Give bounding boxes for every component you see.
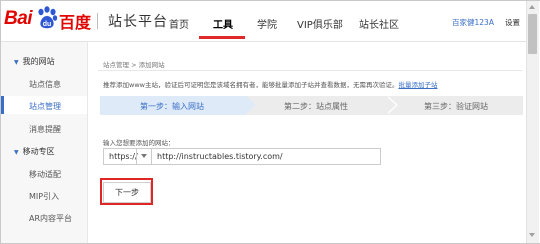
nav-academy[interactable]: 学院 [257,16,277,31]
step-separator-inner [386,96,396,114]
step-3-label: 第三步：验证网站 [424,102,488,111]
sidebar-section-my-sites[interactable]: ▼ 我的网站 [14,56,55,67]
website-url-input[interactable] [152,148,381,165]
notice-text: 推荐添加www主站，验证后可证明您是该域名拥有者，能够批量添加子站并查看数据，无… [103,79,437,89]
step-1-label: 第一步：输入网站 [140,102,204,111]
step-arrow [246,96,256,114]
nav-home[interactable]: 首页 [169,16,189,31]
sidebar-item-ar-content[interactable]: AR内容平台 [29,213,72,224]
breadcrumb: 站点管理 > 添加网站 [103,61,165,69]
scrollbar-thumb[interactable] [528,14,537,54]
caret-down-icon: ▼ [14,149,19,156]
scroll-up-arrow-icon[interactable] [529,5,535,9]
user-name-link[interactable]: 百家健123A [452,17,494,28]
caret-down-icon: ▼ [14,59,19,66]
divider [98,70,522,71]
sidebar-item-messages[interactable]: 消息提醒 [29,124,61,135]
sidebar-section-label: 我的网站 [22,57,55,66]
sidebar-section-label: 移动专区 [22,147,55,156]
batch-add-subsites-link[interactable]: 批量添加子站 [398,81,437,89]
protocol-select[interactable]: https:// [103,148,152,165]
scroll-down-arrow-icon[interactable] [529,233,535,237]
logo-text-left: Bai [4,8,33,29]
sidebar-item-site-management[interactable]: 站点管理 [29,101,61,112]
chevron-down-icon [141,154,147,158]
nav-vip-club[interactable]: VIP俱乐部 [297,16,343,31]
select-divider [136,149,137,164]
paw-icon: du [38,6,58,29]
sidebar-item-mip[interactable]: MIP引入 [29,191,59,202]
site-title: 站长平台 [108,14,168,30]
url-field-label: 输入您想要添加的网站： [103,139,175,147]
nav-active-underline [199,36,245,39]
logo-text-right: 百度 [59,13,92,32]
protocol-value: https:// [109,152,138,161]
notice-body: 推荐添加www主站，验证后可证明您是该域名拥有者，能够批量添加子站并查看数据，无… [103,81,399,89]
settings-link[interactable]: 设置 [505,17,520,28]
nav-community[interactable]: 站长社区 [359,16,399,31]
nav-tools[interactable]: 工具 [213,16,233,31]
step-2-label: 第二步：站点属性 [284,102,348,111]
sidebar-active-marker [1,96,4,114]
sidebar-item-site-info[interactable]: 站点信息 [29,79,61,90]
logo-divider [97,13,98,29]
sidebar-item-mobile-adapt[interactable]: 移动适配 [29,169,61,180]
sidebar-section-mobile[interactable]: ▼ 移动专区 [14,146,55,157]
highlight-box [100,178,153,205]
svg-text:du: du [43,21,52,28]
